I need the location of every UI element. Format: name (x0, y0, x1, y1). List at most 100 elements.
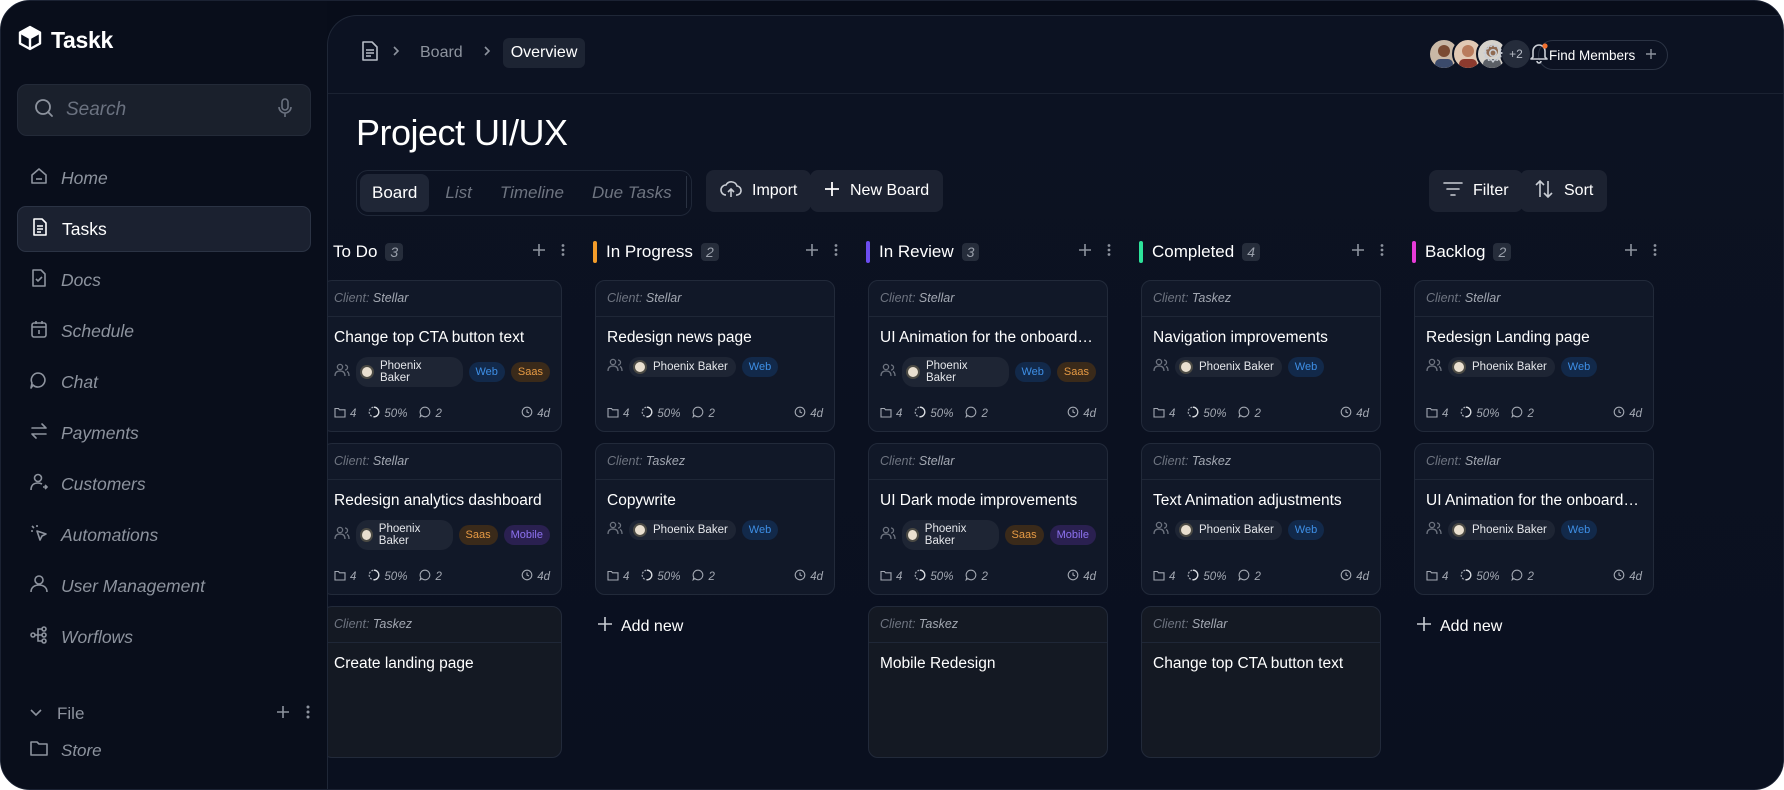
add-card-icon[interactable] (1624, 243, 1638, 262)
assignee-chip[interactable]: Phoenix Baker (629, 357, 736, 377)
assignee-chip[interactable]: Phoenix Baker (902, 357, 1009, 387)
users-icon (1153, 358, 1169, 377)
more-vertical-icon[interactable] (560, 243, 566, 262)
chevron-down-icon[interactable] (29, 704, 43, 724)
assignee-chip[interactable]: Phoenix Baker (902, 520, 999, 550)
bell-icon[interactable] (1528, 42, 1550, 69)
progress-value: 50% (657, 407, 681, 420)
card-title: Change top CTA button text (334, 329, 525, 346)
tab-board[interactable]: Board (360, 174, 430, 212)
avatar (360, 528, 373, 542)
comments-value: 2 (708, 570, 715, 583)
sort-button[interactable]: Sort (1520, 170, 1608, 212)
add-new-button[interactable]: Add new (1416, 616, 1502, 637)
assignee-chip[interactable]: Phoenix Baker (1175, 520, 1282, 540)
task-card[interactable]: Client: Stellar Redesign news page Phoenix… (595, 280, 835, 432)
due-time: 4d (1067, 406, 1096, 421)
breadcrumb-overview[interactable]: Overview (502, 38, 586, 68)
task-card[interactable]: Client: Stellar UI Animation for the onbo… (1414, 443, 1654, 595)
search-input[interactable]: Search (17, 84, 311, 136)
folder-icon (1153, 570, 1165, 584)
breadcrumb-board[interactable]: Board (412, 38, 471, 68)
comments-value: 2 (1254, 407, 1261, 420)
time-value: 4d (1629, 570, 1642, 583)
more-vertical-icon[interactable] (833, 243, 839, 262)
task-card[interactable]: Client: Taskez Copywrite Phoenix Baker Web 4… (595, 443, 835, 595)
sidebar-item-docs[interactable]: Docs (17, 257, 311, 303)
assignee-chip[interactable]: Phoenix Baker (1175, 357, 1282, 377)
sidebar-item-home[interactable]: Home (17, 155, 311, 201)
more-vertical-icon[interactable] (1379, 243, 1385, 262)
assignee-chip[interactable]: Phoenix Baker (1448, 357, 1555, 377)
folder-icon (607, 570, 619, 584)
task-card[interactable]: Client: Stellar Redesign analytics dashbo… (328, 443, 562, 595)
sidebar-item-customers[interactable]: Customers (17, 461, 311, 507)
files-count: 4 (1153, 570, 1175, 584)
client-label: Client: (334, 617, 370, 631)
card-tags: Phoenix Baker Web (596, 357, 834, 377)
filter-icon (1443, 181, 1463, 202)
task-card[interactable]: Client: Taskez Navigation improvements Pho… (1141, 280, 1381, 432)
tab-timeline[interactable]: Timeline (488, 174, 576, 212)
tab-due-tasks[interactable]: Due Tasks (580, 174, 684, 212)
task-card[interactable]: Client: Stellar Change top CTA button tex… (1141, 606, 1381, 758)
assignee-name: Phoenix Baker (379, 360, 422, 384)
sidebar-item-chat[interactable]: Chat (17, 359, 311, 405)
microphone-icon[interactable] (276, 97, 294, 123)
sidebar-item-store[interactable]: Store (29, 739, 102, 762)
add-card-icon[interactable] (805, 243, 819, 262)
assignee-chip[interactable]: Phoenix Baker (356, 357, 463, 387)
add-file-icon[interactable] (275, 704, 291, 725)
task-card[interactable]: Client: Stellar UI Animation for the onbo… (868, 280, 1108, 432)
file-section-header[interactable]: File (17, 696, 311, 732)
assignee-name: Phoenix Baker (378, 523, 421, 547)
more-vertical-icon[interactable] (1652, 243, 1658, 262)
progress-icon (641, 406, 653, 421)
more-vertical-icon[interactable] (1106, 243, 1112, 262)
sidebar-item-automations[interactable]: Automations (17, 512, 311, 558)
filter-button[interactable]: Filter (1429, 170, 1523, 212)
gear-icon[interactable] (1482, 42, 1504, 69)
more-vertical-icon[interactable] (305, 704, 311, 725)
card-title: Navigation improvements (1153, 329, 1328, 346)
progress-icon (368, 569, 380, 584)
progress: 50% (368, 569, 407, 584)
column-header: Backlog 2 (1412, 238, 1658, 266)
folder-icon (880, 407, 892, 421)
card-title: Change top CTA button text (1153, 655, 1344, 672)
member-avatars[interactable]: +2 (1428, 38, 1532, 70)
sidebar-item-tasks[interactable]: Tasks (17, 206, 311, 252)
brand[interactable]: Taskk (17, 25, 113, 56)
task-card[interactable]: Client: Taskez Text Animation adjustments… (1141, 443, 1381, 595)
sidebar-item-worflows[interactable]: Worflows (17, 614, 311, 660)
column-count: 2 (1493, 243, 1512, 261)
due-time: 4d (794, 569, 823, 584)
find-members-button[interactable]: Find Members (1538, 40, 1669, 70)
sidebar-item-user-management[interactable]: User Management (17, 563, 311, 609)
task-card[interactable]: Client: Taskez Create landing page (328, 606, 562, 758)
sidebar-item-schedule[interactable]: Schedule (17, 308, 311, 354)
add-card-icon[interactable] (1078, 243, 1092, 262)
files-count: 4 (607, 407, 629, 421)
task-card[interactable]: Client: Stellar Redesign Landing page Phoe… (1414, 280, 1654, 432)
import-button[interactable]: Import (706, 170, 812, 212)
task-card[interactable]: Client: Taskez Mobile Redesign (868, 606, 1108, 758)
client-name: Stellar (372, 291, 409, 305)
task-card[interactable]: Client: Stellar Change top CTA button tex… (328, 280, 562, 432)
assignee-chip[interactable]: Phoenix Baker (356, 520, 453, 550)
task-card[interactable]: Client: Stellar UI Dark mode improvements… (868, 443, 1108, 595)
add-card-icon[interactable] (532, 243, 546, 262)
tab-list[interactable]: List (433, 174, 483, 212)
client-label: Client: (334, 291, 370, 305)
add-card-icon[interactable] (1351, 243, 1365, 262)
transfer-icon (29, 421, 61, 446)
client-name: Stellar (1464, 454, 1501, 468)
assignee-chip[interactable]: Phoenix Baker (1448, 520, 1555, 540)
column-header: Completed 4 (1139, 238, 1385, 266)
assignee-chip[interactable]: Phoenix Baker (629, 520, 736, 540)
card-client: Client: Stellar (869, 281, 1107, 317)
sidebar-item-payments[interactable]: Payments (17, 410, 311, 456)
new-board-button[interactable]: New Board (810, 170, 944, 212)
add-new-button[interactable]: Add new (597, 616, 683, 637)
document-icon[interactable] (360, 40, 380, 67)
